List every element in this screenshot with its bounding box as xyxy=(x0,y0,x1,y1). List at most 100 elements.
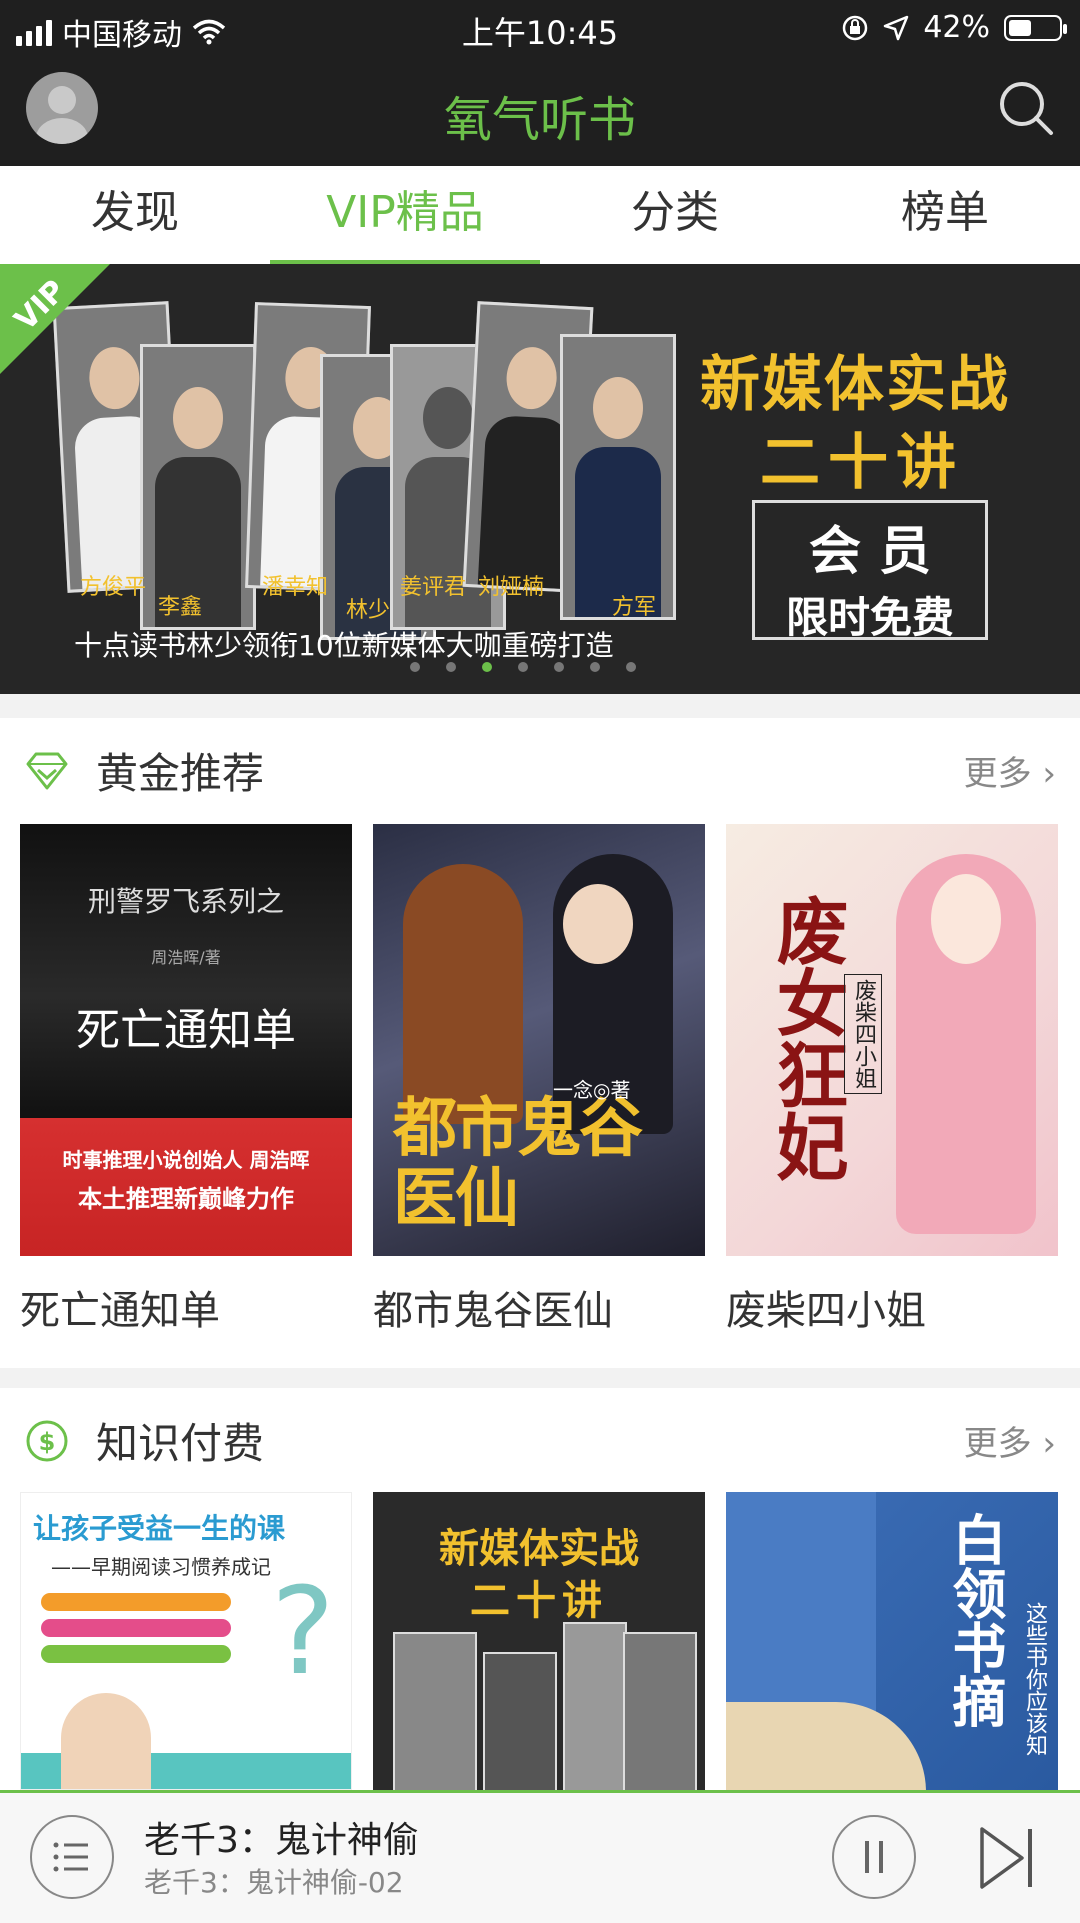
pause-button[interactable] xyxy=(832,1815,916,1899)
golden-section: 黄金推荐 更多 › 刑警罗飞系列之 周浩晖/著 死亡通知单 时事推理小说创始人 … xyxy=(0,718,1080,1368)
cover-title: 废女狂妃 xyxy=(764,894,848,1182)
status-bar: 中国移动 上午10:45 42% xyxy=(0,0,1080,54)
book-title: 废柴四小姐 xyxy=(726,1288,926,1334)
book-cover: 废女狂妃 废柴四小姐 xyxy=(726,824,1058,1256)
top-tabs: 发现 VIP精品 分类 榜单 xyxy=(0,166,1080,266)
pager-dot[interactable] xyxy=(518,662,528,672)
book-card[interactable]: 刑警罗飞系列之 周浩晖/著 死亡通知单 时事推理小说创始人 周浩晖 本土推理新巅… xyxy=(20,824,352,1336)
cover-author: 周浩晖/著 xyxy=(151,948,221,967)
banner-title-line2: 二十讲 xyxy=(760,428,964,498)
banner-name-6: 刘娅楠 xyxy=(478,575,545,600)
search-button[interactable] xyxy=(996,78,1056,138)
pager-dot[interactable] xyxy=(626,662,636,672)
tab-ranking[interactable]: 榜单 xyxy=(810,166,1080,264)
mini-player[interactable]: 老千3：鬼计神偷 老千3：鬼计神偷-02 xyxy=(0,1790,1080,1923)
banner-title-line1: 新媒体实战 xyxy=(700,350,1010,420)
app-title: 氧气听书 xyxy=(443,92,636,148)
cover-title: 让孩子受益一生的课 xyxy=(33,1512,286,1545)
book-card[interactable]: 废女狂妃 废柴四小姐 废柴四小姐 xyxy=(726,824,1058,1336)
cover-title: 都市鬼谷医仙 xyxy=(393,1092,643,1236)
playlist-button[interactable] xyxy=(30,1815,114,1899)
course-card[interactable]: 新媒体实战 二十讲 xyxy=(373,1492,705,1790)
status-right: 42% xyxy=(841,10,1067,45)
list-icon xyxy=(53,1842,88,1872)
banner-person-2 xyxy=(140,344,256,630)
banner-member-line1: 会 员 xyxy=(808,522,932,582)
golden-title: 黄金推荐 xyxy=(96,749,265,798)
pager-dot[interactable] xyxy=(446,662,456,672)
cover-tag2: 本土推理新巅峰力作 xyxy=(78,1185,294,1213)
pager-dot[interactable] xyxy=(554,662,564,672)
course-cover: 新媒体实战 二十讲 xyxy=(373,1492,705,1790)
next-track-button[interactable] xyxy=(978,1823,1038,1893)
cover-photo xyxy=(483,1652,557,1790)
banner-name-3: 潘幸知 xyxy=(262,575,329,600)
banner-name-5: 姜评君 xyxy=(400,575,467,600)
banner-people xyxy=(52,301,700,640)
book-title: 死亡通知单 xyxy=(20,1288,220,1334)
cover-pill xyxy=(41,1619,231,1637)
cover-title-line1: 新媒体实战 xyxy=(439,1526,639,1572)
banner-member-line2: 限时免费 xyxy=(785,593,954,642)
course-cover: 让孩子受益一生的课 ——早期阅读习惯养成记 ? xyxy=(20,1492,352,1790)
battery-percent: 42% xyxy=(923,10,990,45)
skip-next-icon xyxy=(980,1827,1032,1889)
cover-subtitle: 废柴四小姐 xyxy=(844,974,882,1094)
cover-face xyxy=(931,874,1001,964)
track-subtitle: 老千3：鬼计神偷-02 xyxy=(144,1866,404,1899)
cover-pill xyxy=(41,1593,231,1611)
pager-dot-active[interactable] xyxy=(482,662,492,672)
banner-tagline: 十点读书林少领衔10位新媒体大咖重磅打造 xyxy=(74,629,614,662)
cover-figure-left xyxy=(403,864,523,1124)
banner-member-box: 会 员 限时免费 xyxy=(752,500,988,642)
book-cover: 都市鬼谷医仙 一念◎著 xyxy=(373,824,705,1256)
banner-pager xyxy=(410,662,636,672)
cover-book xyxy=(726,1702,926,1790)
course-card[interactable]: 白领书摘 这些书你应该知 xyxy=(726,1492,1058,1790)
svg-text:$: $ xyxy=(39,1428,56,1456)
course-card[interactable]: 让孩子受益一生的课 ——早期阅读习惯养成记 ? xyxy=(20,1492,352,1790)
location-icon xyxy=(884,15,909,40)
knowledge-header: $ 知识付费 更多 › xyxy=(0,1388,1080,1494)
knowledge-more-link[interactable]: 更多 › xyxy=(964,1416,1056,1465)
course-cover: 白领书摘 这些书你应该知 xyxy=(726,1492,1058,1790)
battery-icon xyxy=(1004,14,1067,41)
rotation-lock-icon xyxy=(843,15,868,40)
promo-banner[interactable]: 方俊平 李鑫 潘幸知 林少 姜评君 刘娅楠 方军 新媒体实战 二十讲 会 员 限… xyxy=(0,264,1080,694)
cover-subtitle: ——早期阅读习惯养成记 xyxy=(51,1555,271,1579)
knowledge-section: $ 知识付费 更多 › 让孩子受益一生的课 ——早期阅读习惯养成记 ? 新媒体实… xyxy=(0,1388,1080,1790)
track-title: 老千3：鬼计神偷 xyxy=(144,1820,419,1861)
question-mark-icon: ? xyxy=(271,1563,335,1702)
golden-more-link[interactable]: 更多 › xyxy=(964,746,1056,795)
cover-photo xyxy=(623,1632,697,1790)
search-icon xyxy=(1000,82,1053,135)
cover-title-line2: 二十讲 xyxy=(470,1578,608,1624)
book-title: 都市鬼谷医仙 xyxy=(373,1288,613,1334)
golden-header: 黄金推荐 更多 › xyxy=(0,718,1080,824)
book-cover: 刑警罗飞系列之 周浩晖/著 死亡通知单 时事推理小说创始人 周浩晖 本土推理新巅… xyxy=(20,824,352,1256)
pager-dot[interactable] xyxy=(410,662,420,672)
tab-category[interactable]: 分类 xyxy=(540,166,810,264)
cover-title: 白领书摘 xyxy=(943,1512,1006,1728)
banner-name-4: 林少 xyxy=(346,598,391,623)
dollar-coin-icon: $ xyxy=(26,1420,68,1462)
pause-icon xyxy=(865,1841,883,1873)
banner-person-7 xyxy=(560,334,676,620)
vip-corner-badge: VIP xyxy=(0,264,110,374)
pager-dot[interactable] xyxy=(590,662,600,672)
knowledge-title: 知识付费 xyxy=(96,1419,265,1468)
banner-name-1: 方俊平 xyxy=(80,575,147,600)
book-card[interactable]: 都市鬼谷医仙 一念◎著 都市鬼谷医仙 xyxy=(373,824,705,1336)
banner-name-7: 方军 xyxy=(612,595,657,620)
cover-subtitle: 这些书你应该知 xyxy=(1022,1602,1047,1756)
banner-name-2: 李鑫 xyxy=(158,595,203,620)
cover-photo xyxy=(563,1622,627,1790)
cover-title: 死亡通知单 xyxy=(76,1005,296,1056)
diamond-icon xyxy=(26,752,68,790)
tab-discover[interactable]: 发现 xyxy=(0,166,270,264)
cover-tag1: 时事推理小说创始人 周浩晖 xyxy=(62,1148,310,1172)
tab-vip[interactable]: VIP精品 xyxy=(270,166,540,264)
cover-face xyxy=(563,884,633,964)
cover-photo xyxy=(393,1632,477,1790)
cover-series: 刑警罗飞系列之 xyxy=(87,885,284,918)
